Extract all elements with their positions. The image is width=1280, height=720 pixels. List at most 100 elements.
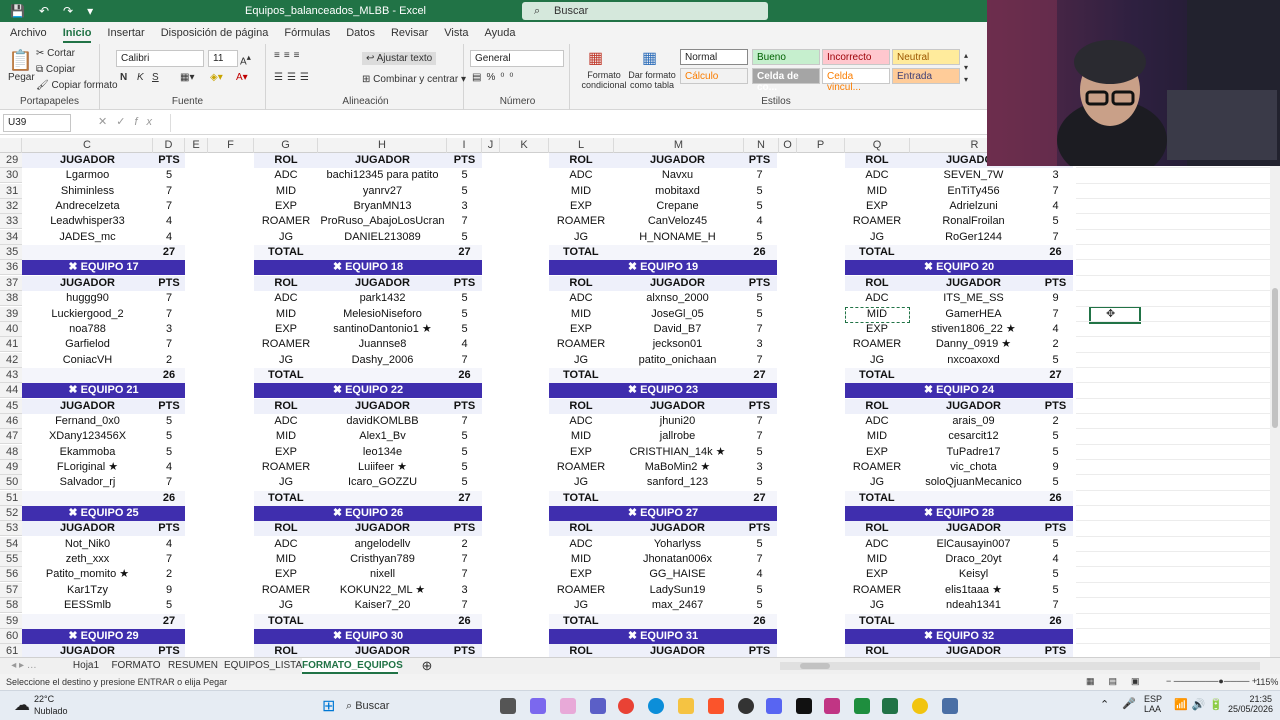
- column-header-D[interactable]: D: [153, 138, 185, 153]
- player-role[interactable]: JG: [254, 230, 318, 245]
- player-role[interactable]: ROAMER: [254, 337, 318, 352]
- tab-datos[interactable]: Datos: [338, 22, 383, 44]
- row-header-37[interactable]: 37: [0, 276, 22, 291]
- player-name[interactable]: ConiacVH: [22, 353, 153, 368]
- header-jugador[interactable]: JUGADOR: [909, 644, 1038, 658]
- italic-button[interactable]: K: [137, 72, 144, 83]
- player-pts[interactable]: 7: [742, 322, 777, 337]
- player-name[interactable]: nixell: [318, 567, 447, 582]
- player-pts[interactable]: 3: [742, 337, 777, 352]
- total-row-blank[interactable]: [318, 491, 447, 506]
- player-role[interactable]: JG: [549, 475, 613, 490]
- header-rol[interactable]: ROL: [845, 153, 909, 168]
- styles-scroll-icon[interactable]: ▴ ▾ ▾: [964, 50, 968, 86]
- player-role[interactable]: JG: [549, 230, 613, 245]
- player-name[interactable]: JADES_mc: [22, 230, 153, 245]
- borders-icon[interactable]: ▦▾: [180, 72, 194, 83]
- player-pts[interactable]: 7: [742, 429, 777, 444]
- player-name[interactable]: Fernand_0x0: [22, 414, 153, 429]
- player-pts[interactable]: 4: [742, 214, 777, 229]
- player-pts[interactable]: 2: [1038, 414, 1073, 429]
- player-name[interactable]: Navxu: [613, 168, 742, 183]
- player-pts[interactable]: 7: [742, 168, 777, 183]
- total-label[interactable]: TOTAL: [549, 491, 613, 506]
- team-total[interactable]: 27: [153, 614, 185, 629]
- wrap-text-button[interactable]: ↩ Ajustar texto: [362, 52, 437, 65]
- team-banner[interactable]: ✖ EQUIPO 29: [22, 629, 185, 644]
- merge-center-button[interactable]: ⊞ Combinar y centrar ▾: [362, 74, 466, 85]
- row-header-32[interactable]: 32: [0, 199, 22, 214]
- paste-button[interactable]: Pegar: [8, 72, 35, 83]
- player-name[interactable]: cesarcit12: [909, 429, 1038, 444]
- row-header-57[interactable]: 57: [0, 583, 22, 598]
- total-label[interactable]: TOTAL: [845, 491, 909, 506]
- row-header-43[interactable]: 43: [0, 368, 22, 383]
- player-pts[interactable]: 7: [447, 567, 482, 582]
- player-role[interactable]: MID: [549, 552, 613, 567]
- column-header-H[interactable]: H: [318, 138, 447, 153]
- player-pts[interactable]: 7: [447, 414, 482, 429]
- player-pts[interactable]: 7: [1038, 230, 1073, 245]
- edge-icon[interactable]: [648, 698, 664, 714]
- header-pts[interactable]: PTS: [447, 276, 482, 291]
- hscroll-thumb[interactable]: [800, 663, 830, 669]
- player-name[interactable]: mobitaxd: [613, 184, 742, 199]
- tray-icons[interactable]: 📶🔊🔋: [1174, 698, 1227, 711]
- header-rol[interactable]: ROL: [549, 399, 613, 414]
- view-buttons[interactable]: ▦▤▣: [1086, 676, 1154, 687]
- total-label[interactable]: TOTAL: [254, 368, 318, 383]
- player-pts[interactable]: 5: [742, 230, 777, 245]
- player-pts[interactable]: 7: [153, 552, 185, 567]
- discord-icon[interactable]: [766, 698, 782, 714]
- total-row-blank[interactable]: [613, 368, 742, 383]
- player-pts[interactable]: 5: [742, 307, 777, 322]
- name-box[interactable]: U39: [3, 114, 71, 132]
- font-color-icon[interactable]: A▾: [236, 72, 248, 83]
- player-name[interactable]: davidKOMLBB: [318, 414, 447, 429]
- column-header-G[interactable]: G: [254, 138, 318, 153]
- style-celda-comprobacion[interactable]: Celda de co...: [752, 68, 820, 93]
- player-role[interactable]: ROAMER: [845, 214, 909, 229]
- zoom-level[interactable]: 115%: [1256, 677, 1278, 687]
- header-jugador[interactable]: JUGADOR: [22, 153, 153, 168]
- header-jugador[interactable]: JUGADOR: [318, 153, 447, 168]
- row-header-30[interactable]: 30: [0, 168, 22, 183]
- player-name[interactable]: bachi12345 para patito: [318, 168, 447, 183]
- style-calculo[interactable]: Cálculo: [680, 68, 748, 84]
- player-name[interactable]: yanrv27: [318, 184, 447, 199]
- windows-start-icon[interactable]: ⊞: [322, 696, 335, 716]
- player-pts[interactable]: 5: [447, 429, 482, 444]
- sheet-tab-formato[interactable]: FORMATO: [110, 658, 162, 674]
- grow-font-icon[interactable]: A▴: [240, 52, 251, 67]
- row-header-53[interactable]: 53: [0, 521, 22, 536]
- player-role[interactable]: ADC: [254, 168, 318, 183]
- player-role[interactable]: EXP: [254, 567, 318, 582]
- horizontal-scrollbar[interactable]: [780, 662, 1260, 670]
- player-name[interactable]: arais_09: [909, 414, 1038, 429]
- total-row-blank[interactable]: [22, 245, 153, 260]
- app-icon[interactable]: [912, 698, 928, 714]
- player-role[interactable]: EXP: [254, 199, 318, 214]
- player-name[interactable]: BryanMN13: [318, 199, 447, 214]
- sheet-tab-equipos-lista[interactable]: EQUIPOS_LISTA: [224, 658, 302, 674]
- player-pts[interactable]: 5: [153, 429, 185, 444]
- copy-button[interactable]: ⧉ Copiar: [36, 64, 75, 75]
- total-row-blank[interactable]: [22, 614, 153, 629]
- header-pts[interactable]: PTS: [153, 644, 185, 658]
- player-pts[interactable]: 5: [153, 168, 185, 183]
- team-banner[interactable]: ✖ EQUIPO 26: [254, 506, 482, 521]
- tray-chevron-icon[interactable]: ⌃: [1100, 698, 1109, 711]
- player-pts[interactable]: 7: [447, 353, 482, 368]
- column-header-F[interactable]: F: [208, 138, 254, 153]
- row-header-55[interactable]: 55: [0, 552, 22, 567]
- player-role[interactable]: MID: [845, 184, 909, 199]
- player-name[interactable]: MelesioNiseforo: [318, 307, 447, 322]
- player-name[interactable]: vic_chota: [909, 460, 1038, 475]
- weather-temp[interactable]: 22°C: [34, 694, 54, 704]
- player-name[interactable]: DANIEL213089: [318, 230, 447, 245]
- sheets-icon[interactable]: [854, 698, 870, 714]
- player-role[interactable]: EXP: [254, 322, 318, 337]
- player-name[interactable]: leo134e: [318, 445, 447, 460]
- style-celda-vinculada[interactable]: Celda vincul...: [822, 68, 890, 93]
- header-jugador[interactable]: JUGADOR: [318, 521, 447, 536]
